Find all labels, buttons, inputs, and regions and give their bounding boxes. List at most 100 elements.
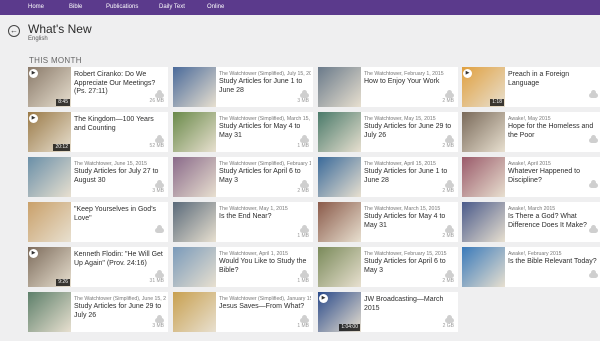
thumbnail-image (462, 247, 505, 287)
thumbnail-image (318, 157, 361, 197)
thumbnail-image (28, 292, 71, 332)
content-tile[interactable]: The Watchtower, February 15, 2015 Study A… (318, 247, 458, 287)
tile-title: Is the Bible Relevant Today? (508, 258, 597, 265)
content-tile[interactable]: ▶ 8:45 Robert Ciranko: Do We Appreciate Ou… (28, 67, 168, 107)
tile-title: Hope for the Homeless and the Poor (508, 123, 594, 139)
thumbnail-image: ▶ 1:18 (462, 67, 505, 107)
cloud-download-icon[interactable] (155, 225, 164, 233)
nav-publications[interactable]: Publications (106, 0, 138, 15)
duration-badge: 1:18 (490, 99, 504, 106)
content-tile[interactable]: Awake!, February 2015 Is the Bible Releva… (462, 247, 600, 287)
tile-title: Study Articles for June 1 to June 28 (364, 168, 448, 184)
content-tile[interactable]: The Watchtower, May 1, 2015 Is the End Ne… (173, 202, 313, 242)
tile-title: Study Articles for July 27 to August 30 (74, 168, 159, 184)
tile-title: "Keep Yourselves in God's Love" (74, 206, 157, 222)
file-size: 2 MB (442, 98, 454, 104)
thumbnail-image (318, 247, 361, 287)
thumbnail-image (28, 157, 71, 197)
cloud-download-icon[interactable] (589, 180, 598, 188)
publication-source: Awake!, April 2015 (508, 161, 551, 167)
tile-title: Study Articles for June 29 to July 26 (74, 303, 162, 319)
thumbnail-image (173, 202, 216, 242)
thumbnail-image (462, 202, 505, 242)
publication-source: The Watchtower, April 15, 2015 (364, 161, 436, 167)
cloud-download-icon[interactable] (589, 135, 598, 143)
file-size: 1 MB (297, 233, 309, 239)
tile-title: Is There a God? What Difference Does It … (508, 213, 587, 229)
thumbnail-image: ▶ 1:04:00 (318, 292, 361, 332)
content-tile[interactable]: The Watchtower, March 15, 2015 Study Arti… (318, 202, 458, 242)
cloud-download-icon[interactable] (589, 270, 598, 278)
publication-source: The Watchtower (Simplified), February 15… (219, 161, 311, 167)
content-grid: ▶ 8:45 Robert Ciranko: Do We Appreciate Ou… (28, 67, 600, 341)
thumbnail-image (173, 112, 216, 152)
nav-daily-text[interactable]: Daily Text (159, 0, 185, 15)
thumbnail-image (173, 247, 216, 287)
content-tile[interactable]: The Watchtower, February 1, 2015 How to E… (318, 67, 458, 107)
content-tile[interactable]: "Keep Yourselves in God's Love" (28, 202, 168, 242)
file-size: 26 MB (149, 98, 164, 104)
content-tile[interactable]: ▶ 9:26 Kenneth Flodin: "He Will Get Up Aga… (28, 247, 168, 287)
file-size: 2 MB (442, 278, 454, 284)
file-size: 3 MB (152, 323, 164, 329)
back-arrow-icon[interactable]: ← (8, 25, 20, 37)
content-tile[interactable]: The Watchtower (Simplified), January 15,… (173, 292, 313, 332)
nav-online[interactable]: Online (207, 0, 224, 15)
publication-source: The Watchtower, April 1, 2015 (219, 251, 289, 257)
content-tile[interactable]: The Watchtower (Simplified), March 15, 2… (173, 112, 313, 152)
tile-title: Whatever Happened to Discipline? (508, 168, 580, 184)
file-size: 2 GB (442, 323, 454, 329)
thumbnail-image (318, 67, 361, 107)
publication-source: The Watchtower, May 1, 2015 (219, 206, 288, 212)
language-label: English (28, 36, 48, 42)
content-tile[interactable]: The Watchtower (Simplified), June 15, 20… (28, 292, 168, 332)
content-tile[interactable]: The Watchtower (Simplified), July 15, 20… (173, 67, 313, 107)
content-tile[interactable]: The Watchtower, April 1, 2015 Would You L… (173, 247, 313, 287)
content-tile[interactable]: ▶ 1:18 Preach in a Foreign Language (462, 67, 600, 107)
tile-title: Study Articles for April 6 to May 3 (364, 258, 446, 274)
file-size: 1 MB (297, 323, 309, 329)
thumbnail-image (173, 67, 216, 107)
file-size: 31 MB (149, 278, 164, 284)
duration-badge: 1:04:00 (339, 324, 360, 331)
publication-source: The Watchtower, May 15, 2015 (364, 116, 436, 122)
duration-badge: 9:26 (56, 279, 70, 286)
nav-bible[interactable]: Bible (69, 0, 82, 15)
duration-badge: 20:12 (53, 144, 70, 151)
content-tile[interactable]: The Watchtower (Simplified), February 15… (173, 157, 313, 197)
tile-title: The Kingdom—100 Years and Counting (74, 116, 154, 132)
cloud-download-icon[interactable] (589, 90, 598, 98)
tile-title: Preach in a Foreign Language (508, 71, 570, 87)
file-size: 3 MB (297, 98, 309, 104)
file-size: 1 MB (297, 278, 309, 284)
tile-title: Study Articles for June 1 to June 28 (219, 78, 303, 94)
content-tile[interactable]: Awake!, March 2015 Is There a God? What D… (462, 202, 600, 242)
content-tile[interactable]: The Watchtower, June 15, 2015 Study Artic… (28, 157, 168, 197)
tile-title: Jesus Saves—From What? (219, 303, 305, 310)
page-title: What's New (28, 22, 92, 36)
publication-source: The Watchtower, February 1, 2015 (364, 71, 444, 77)
file-size: 1 MB (297, 143, 309, 149)
publication-source: Awake!, February 2015 (508, 251, 562, 257)
file-size: 2 MB (297, 188, 309, 194)
nav-home[interactable]: Home (28, 0, 44, 15)
play-icon: ▶ (29, 249, 38, 258)
content-tile[interactable]: The Watchtower, May 15, 2015 Study Articl… (318, 112, 458, 152)
tile-title: Is the End Near? (219, 213, 272, 220)
publication-source: The Watchtower, February 15, 2015 (364, 251, 447, 257)
content-tile[interactable]: ▶ 20:12 The Kingdom—100 Years and Counting… (28, 112, 168, 152)
publication-source: The Watchtower (Simplified), July 15, 20… (219, 71, 311, 77)
cloud-download-icon[interactable] (589, 225, 598, 233)
content-tile[interactable]: Awake!, May 2015 Hope for the Homeless an… (462, 112, 600, 152)
thumbnail-image (173, 157, 216, 197)
publication-source: Awake!, March 2015 (508, 206, 556, 212)
publication-source: The Watchtower (Simplified), January 15,… (219, 296, 311, 302)
play-icon: ▶ (29, 114, 38, 123)
content-tile[interactable]: ▶ 1:04:00 JW Broadcasting—March 2015 2 GB (318, 292, 458, 332)
content-tile[interactable]: The Watchtower, April 15, 2015 Study Arti… (318, 157, 458, 197)
thumbnail-image (462, 157, 505, 197)
content-tile[interactable]: Awake!, April 2015 Whatever Happened to D… (462, 157, 600, 197)
tile-title: Study Articles for June 29 to July 26 (364, 123, 452, 139)
publication-source: The Watchtower (Simplified), March 15, 2… (219, 116, 311, 122)
thumbnail-image (28, 202, 71, 242)
